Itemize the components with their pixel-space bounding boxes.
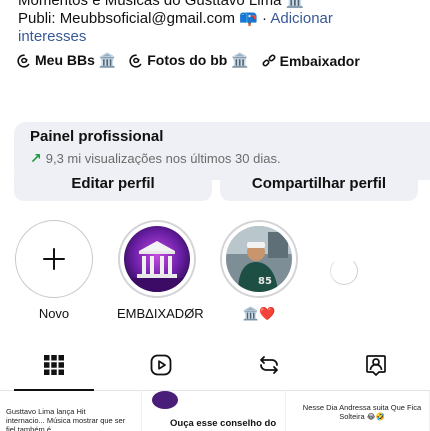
highlight-label: Novo [14,306,94,321]
highlight-new[interactable]: Novo [14,220,94,321]
tab-reposts[interactable] [215,340,323,390]
bio-line-clipped: Momentos e Músicas do Gusttavo Lima 🏛️ [18,0,418,10]
bio-publi-line: Publi: Meubbsoficial@gmail.com 📪 · Adici… [18,10,418,46]
loading-spinner-icon [330,257,358,285]
profile-bio: Momentos e Músicas do Gusttavo Lima 🏛️ P… [18,0,418,46]
tagged-icon [364,353,388,377]
repost-icon [257,353,281,377]
dashboard-stats-text: 9,3 mi visualizações nos últimos 30 dias… [46,151,281,166]
profile-link-chips: Meu BBs 🏛️ Fotos do bb 🏛️ Embaixador [16,52,360,69]
reels-icon [149,353,173,377]
post-grid: Gusttavo Lima lança Hit internacio... Mú… [0,391,430,431]
tab-reels[interactable] [108,340,216,390]
link-icon [261,53,277,69]
highlight-embaixador[interactable]: EMBΔIXADØR [117,220,197,321]
post-thumbnail[interactable]: Ouça esse conselho do [144,391,286,431]
chip-fotos-do-bb[interactable]: Fotos do bb 🏛️ [128,52,248,69]
post-caption: Ouça esse conselho do [170,419,276,428]
highlight-heart[interactable]: 85 🏛️❤️ [219,220,299,322]
add-interests-link-line2[interactable]: interesses [18,28,86,45]
post-thumbnail[interactable]: Nesse Dia Andressa suita Que Fica Soltei… [288,391,430,431]
post-caption: Gusttavo Lima lança Hit internacio... Mú… [6,407,126,431]
threads-icon [16,53,32,69]
chip-embaixador[interactable]: Embaixador [261,52,360,69]
dashboard-title: Painel profissional [30,128,430,145]
plus-icon [41,246,67,272]
temple-cover-icon [124,226,190,292]
profile-tabs [0,340,430,391]
post-thumbnail[interactable]: Gusttavo Lima lança Hit internacio... Mú… [0,391,142,431]
threads-icon [128,53,144,69]
grid-icon [42,353,66,377]
chip-label: Fotos do bb 🏛️ [147,52,248,69]
chip-label: Embaixador [280,53,360,69]
chip-label: Meu BBs 🏛️ [35,52,116,69]
highlight-label: 🏛️❤️ [219,306,299,322]
tab-tagged[interactable] [323,340,430,390]
highlight-label: EMBΔIXADØR [117,306,197,321]
edit-profile-button[interactable]: Editar perfil [14,165,212,201]
avatar [152,391,178,409]
post-caption: Nesse Dia Andressa suita Que Fica Soltei… [302,403,422,421]
bio-publi-text: Publi: Meubbsoficial@gmail.com 📪 · [18,10,267,27]
highlight-cover-photo: 85 [226,226,292,292]
highlight-cover-temple [124,226,190,292]
share-profile-button[interactable]: Compartilhar perfil [220,165,418,201]
tab-grid[interactable] [0,340,108,390]
new-highlight-circle[interactable] [15,220,93,298]
highlight-ring [118,220,196,298]
highlight-ring: 85 [220,220,298,298]
add-interests-link[interactable]: Adicionar [270,10,333,27]
chip-meu-bbs[interactable]: Meu BBs 🏛️ [16,52,116,69]
svg-text:85: 85 [258,276,272,287]
person-photo-icon: 85 [226,226,292,292]
